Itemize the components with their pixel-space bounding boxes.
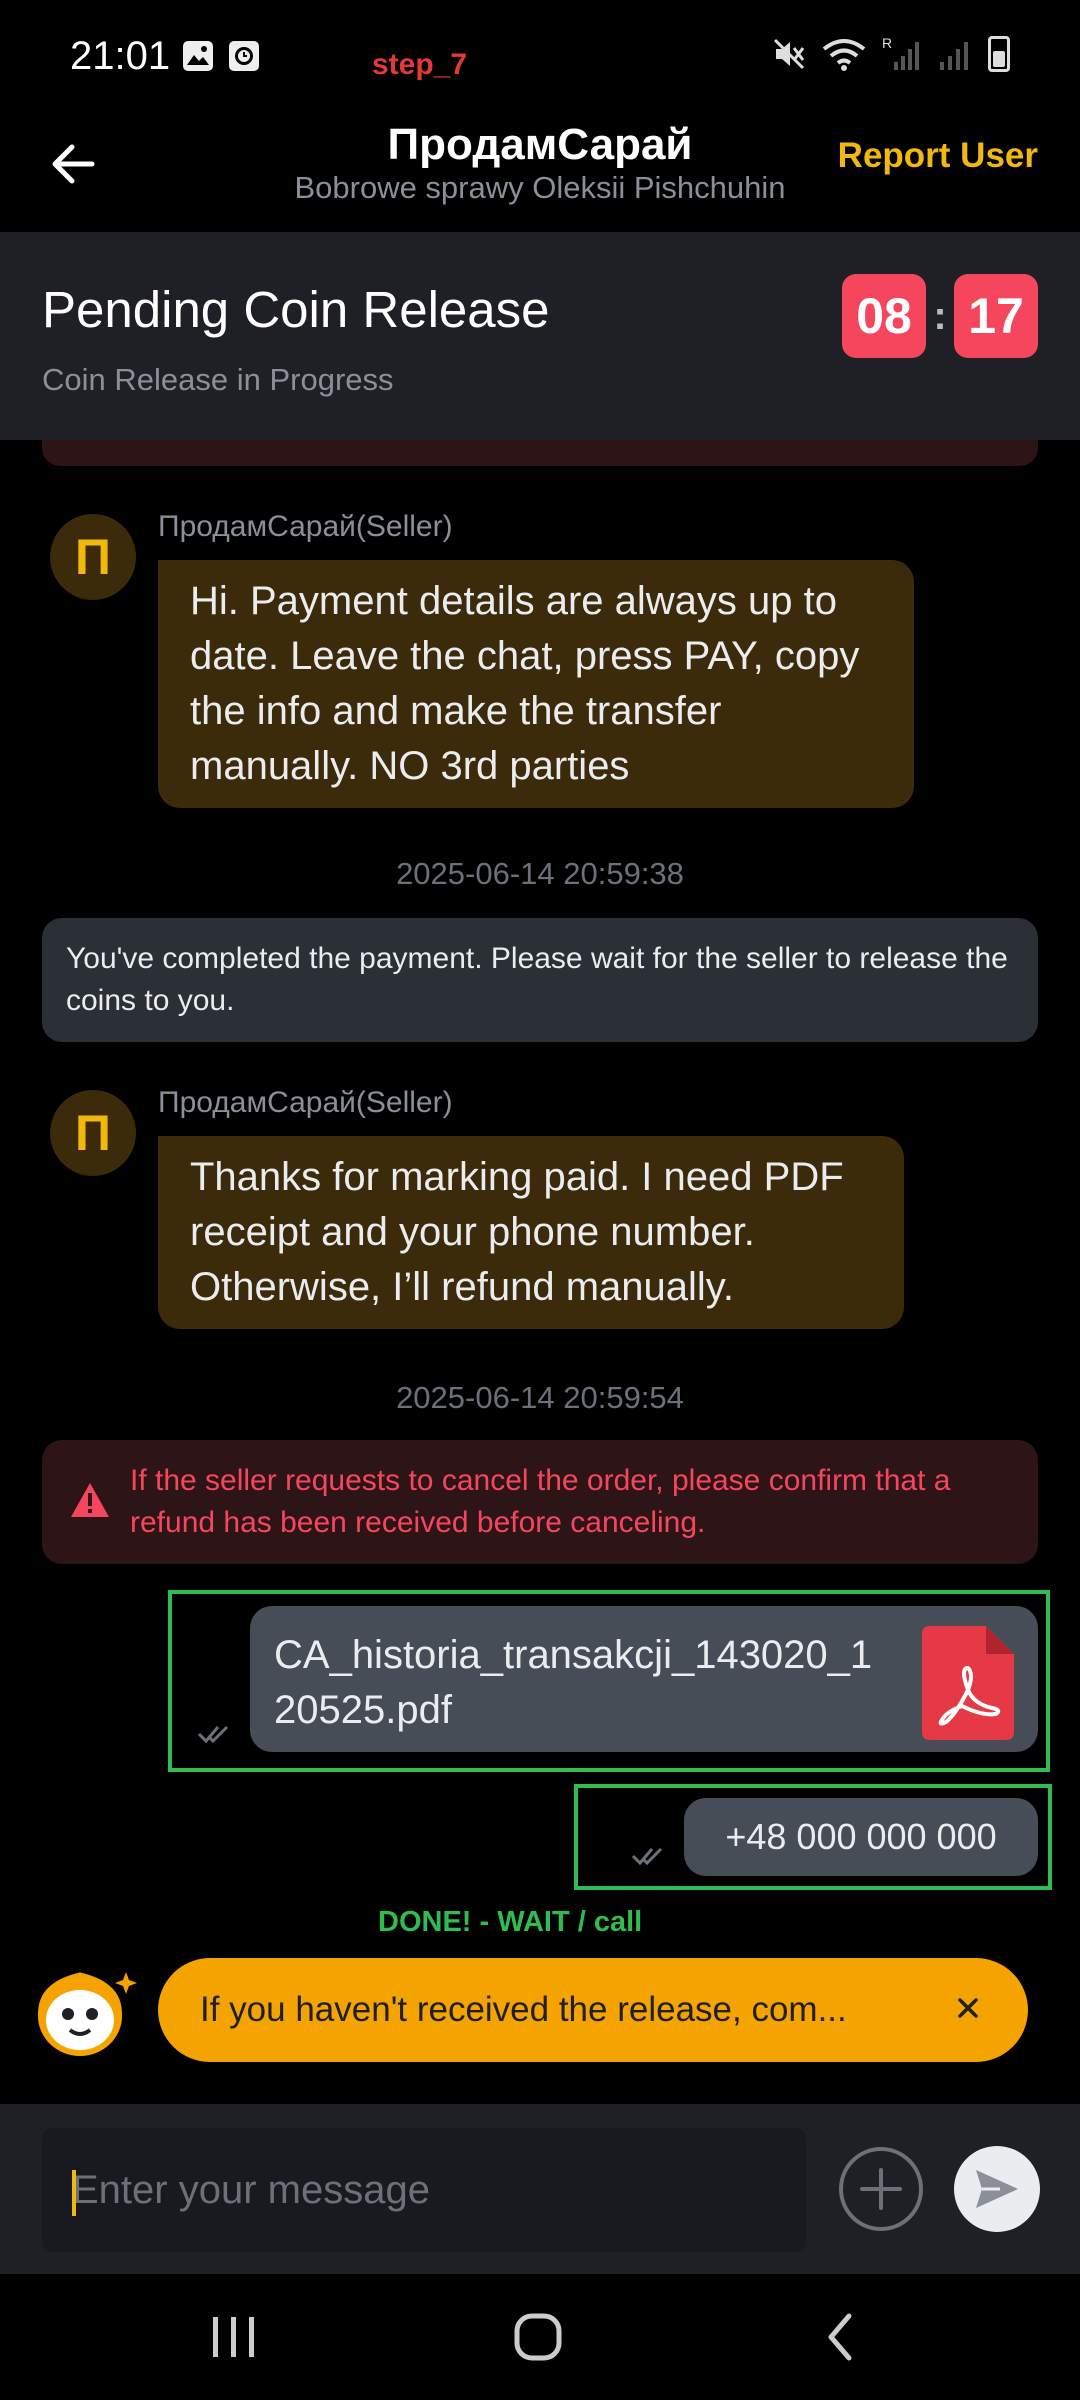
previous-message-edge: [42, 440, 1038, 466]
own-message-bubble[interactable]: +48 000 000 000: [684, 1798, 1038, 1876]
annotation-note: DONE! - WAIT / call: [378, 1906, 643, 1938]
order-status-title: Pending Coin Release: [42, 281, 550, 338]
message-timestamp: 2025-06-14 20:59:54: [396, 1380, 684, 1415]
help-banner-text: If you haven't received the release, com…: [200, 1990, 847, 2029]
seller-avatar[interactable]: П: [50, 1090, 136, 1176]
recent-apps-button[interactable]: [174, 2274, 294, 2400]
message-input[interactable]: [42, 2128, 806, 2252]
sender-name: ПродамСарай(Seller): [158, 1086, 453, 1119]
system-message: You've completed the payment. Please wai…: [42, 918, 1038, 1042]
step-annotation: step_7: [372, 48, 468, 81]
home-icon: [514, 2313, 562, 2361]
order-status-panel: Pending Coin Release Coin Release in Pro…: [0, 232, 1080, 440]
text-cursor: [72, 2170, 76, 2216]
status-time: 21:01: [70, 34, 171, 78]
warning-notice: If the seller requests to cancel the ord…: [42, 1440, 1038, 1564]
close-icon[interactable]: [948, 1988, 988, 2028]
signal-icon: [940, 42, 968, 70]
status-bar: 21:01 step_7 R: [0, 0, 1080, 120]
file-name: CA_historia_transakcji_143020_120525.pdf: [274, 1633, 873, 1732]
gallery-icon: [183, 41, 213, 71]
report-user-button[interactable]: Report User: [838, 136, 1038, 176]
battery-icon: [988, 36, 1010, 72]
warning-text: If the seller requests to cancel the ord…: [130, 1464, 951, 1539]
countdown-timer: 08 : 17: [842, 274, 1038, 358]
wifi-icon: [822, 39, 866, 71]
signal-roaming-icon: R: [882, 36, 919, 70]
svg-text:R: R: [882, 36, 892, 51]
pdf-file-icon: [922, 1626, 1014, 1740]
status-system-icons: R: [772, 36, 1010, 72]
recent-apps-icon: [213, 2317, 254, 2357]
order-status-subtitle: Coin Release in Progress: [42, 362, 394, 397]
warning-icon: [71, 1483, 109, 1517]
read-receipt-icon: [631, 1847, 663, 1866]
back-button[interactable]: [780, 2274, 900, 2400]
seller-avatar[interactable]: П: [50, 514, 136, 600]
sender-name: ПродамСарай(Seller): [158, 510, 453, 543]
seller-message-bubble[interactable]: Thanks for marking paid. I need PDF rece…: [158, 1136, 904, 1329]
seller-message-bubble[interactable]: Hi. Payment details are always up to dat…: [158, 560, 914, 808]
mute-icon: [773, 38, 805, 70]
clock-icon: [229, 41, 259, 71]
timer-minutes: 08: [842, 274, 926, 358]
send-button[interactable]: [954, 2146, 1040, 2232]
system-navigation-bar: [0, 2274, 1080, 2400]
file-attachment[interactable]: CA_historia_transakcji_143020_120525.pdf: [250, 1606, 1038, 1752]
message-composer: [0, 2104, 1080, 2274]
chat-messages[interactable]: П ПродамСарай(Seller) Hi. Payment detail…: [0, 440, 1080, 2100]
chat-header: ПродамСарай Bobrowe sprawy Oleksii Pishc…: [0, 120, 1080, 232]
send-icon: [976, 2170, 1018, 2208]
support-bot-icon[interactable]: [30, 1962, 140, 2062]
add-attachment-button[interactable]: [838, 2146, 924, 2232]
back-chevron-icon: [828, 2313, 852, 2361]
read-receipt-icon: [197, 1725, 229, 1744]
home-button[interactable]: [478, 2274, 598, 2400]
timer-separator: :: [933, 293, 947, 338]
status-notification-icons: [182, 40, 260, 72]
help-banner[interactable]: If you haven't received the release, com…: [158, 1958, 1028, 2062]
message-timestamp: 2025-06-14 20:59:38: [396, 856, 684, 891]
timer-seconds: 17: [954, 274, 1038, 358]
